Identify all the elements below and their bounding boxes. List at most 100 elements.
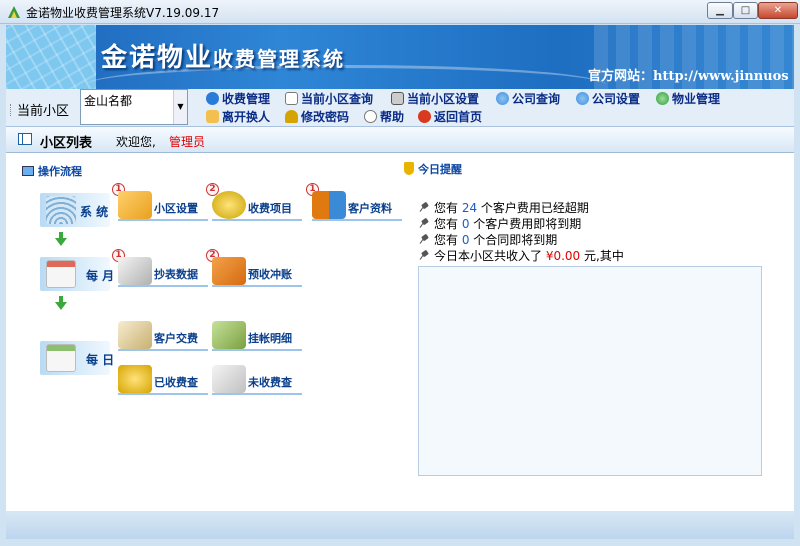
- earth-icon: [656, 92, 669, 105]
- minimize-button[interactable]: ▁: [707, 2, 733, 19]
- menu-property-management[interactable]: 物业管理: [656, 91, 720, 107]
- customer-payment-button[interactable]: 客户交费: [118, 321, 208, 351]
- stage-monthly: 每 月: [40, 257, 114, 291]
- reminder-text: 元,其中: [580, 249, 624, 263]
- community-settings-button[interactable]: 1 小区设置: [112, 183, 208, 221]
- menu-label: 当前小区查询: [301, 92, 374, 106]
- flow-button-label: 收费项目: [248, 202, 292, 215]
- reminder-count: 24: [461, 201, 478, 215]
- reminder-text: 您有: [434, 217, 462, 231]
- menu-current-community-query[interactable]: 当前小区查询: [285, 91, 373, 107]
- reminder-text: 个合同即将到期: [469, 233, 558, 247]
- menu-company-settings[interactable]: 公司设置: [576, 91, 640, 107]
- reminder-overdue-fees: 您有 24 个客户费用已经超期: [420, 200, 589, 216]
- community-select[interactable]: 金山名都 ▼: [80, 89, 188, 125]
- tab-community-list[interactable]: 小区列表: [40, 132, 92, 151]
- paid-query-button[interactable]: 已收费查: [118, 365, 208, 395]
- books-icon: [212, 257, 246, 285]
- menu-fee-management[interactable]: 收费管理: [206, 91, 270, 107]
- banner-title-main: 金诺物业: [101, 43, 214, 73]
- welcome-text: 欢迎您,: [116, 135, 156, 149]
- maximize-button[interactable]: □: [733, 2, 758, 19]
- banner-title-sub: 收费管理系统: [213, 47, 346, 71]
- tab-header: 小区列表 欢迎您, 管理员: [6, 127, 794, 153]
- current-community-text: 当前小区: [17, 104, 70, 119]
- menu-label: 物业管理: [672, 92, 721, 106]
- close-button[interactable]: ✕: [758, 2, 798, 19]
- banner-title: 金诺物业收费管理系统: [101, 37, 345, 74]
- pin-icon: [420, 218, 430, 228]
- menu-home[interactable]: 返回首页: [418, 109, 482, 125]
- cash-stack-icon: [212, 321, 246, 349]
- window-title: 金诺物业收费管理系统V7.19.09.17: [26, 6, 220, 20]
- help-icon: [364, 110, 377, 123]
- reminder-text: 今日本小区共收入了: [434, 249, 546, 263]
- banner-grid-graphic: [6, 25, 96, 89]
- flow-button-label: 客户交费: [154, 332, 198, 345]
- window-frame-bottom: [0, 539, 800, 546]
- flow-button-label: 挂帐明细: [248, 332, 292, 345]
- down-arrow-icon: [55, 296, 67, 310]
- unpaid-query-button[interactable]: 未收费查: [212, 365, 302, 395]
- stage-daily: 每 日: [40, 341, 114, 375]
- menu-company-query[interactable]: 公司查询: [496, 91, 560, 107]
- flow-button-label: 未收费查: [248, 376, 292, 389]
- system-stage-icon: [46, 196, 76, 224]
- home-icon: [418, 110, 431, 123]
- pen-coins-icon: [212, 365, 246, 393]
- menu-switch-user[interactable]: 离开换人: [206, 109, 270, 125]
- outstanding-details-button[interactable]: 挂帐明细: [212, 321, 302, 351]
- flow-button-label: 客户资料: [348, 202, 392, 215]
- status-bar: [6, 511, 794, 539]
- menu-label: 离开换人: [222, 110, 271, 124]
- window-titlebar: 金诺物业收费管理系统V7.19.09.17 ▁ □ ✕: [0, 0, 800, 24]
- reminder-text: 您有: [434, 233, 462, 247]
- menu-change-password[interactable]: 修改密码: [285, 109, 349, 125]
- customer-info-button[interactable]: 1 客户资料: [306, 183, 402, 221]
- current-user-name: 管理员: [169, 135, 206, 149]
- workflow-header-text: 操作流程: [38, 165, 82, 178]
- pin-icon: [420, 234, 430, 244]
- menu-label: 帮助: [380, 110, 405, 124]
- reminder-due-fees: 您有 0 个客户费用即将到期: [420, 216, 581, 232]
- document-icon: [285, 92, 298, 105]
- income-detail-box: [418, 266, 762, 476]
- coins-stack-icon: [212, 191, 246, 219]
- menu-label: 收费管理: [222, 92, 271, 106]
- workflow-header: 操作流程: [22, 163, 82, 179]
- flow-button-label: 抄表数据: [154, 268, 198, 281]
- stage-label: 每 月: [86, 269, 115, 283]
- flow-button-label: 预收冲账: [248, 268, 292, 281]
- menu-label: 公司查询: [512, 92, 561, 106]
- globe-gear-icon: [576, 92, 589, 105]
- meter-reading-button[interactable]: 1 抄表数据: [112, 249, 208, 287]
- computer-icon: [391, 92, 404, 105]
- main-panel: 操作流程 系 统 每 月 每 日 1 小区设置 2 收费项目 1 客户资料 1 …: [6, 153, 794, 511]
- reminder-text: 您有: [434, 201, 462, 215]
- users-icon: [206, 110, 219, 123]
- reminder-text: 个客户费用即将到期: [469, 217, 582, 231]
- calendar-day-icon: [46, 344, 76, 372]
- money-envelope-icon: [118, 321, 152, 349]
- reminder-text: 个客户费用已经超期: [477, 201, 589, 215]
- shield-icon: [404, 162, 414, 175]
- fee-items-button[interactable]: 2 收费项目: [206, 183, 302, 221]
- menu-label: 公司设置: [592, 92, 641, 106]
- monitor-icon: [22, 166, 34, 176]
- people-icon: [312, 191, 346, 219]
- menu-help[interactable]: 帮助: [364, 109, 404, 125]
- prepaid-offset-button[interactable]: 2 预收冲账: [206, 249, 302, 287]
- app-logo-icon: [8, 6, 20, 18]
- main-toolbar: 当前小区 金山名都 ▼ 收费管理 当前小区查询 当前小区设置 公司查询 公司设置…: [6, 89, 794, 127]
- key-icon: [285, 110, 298, 123]
- toolbar-grip-icon: [10, 104, 13, 116]
- flow-button-label: 已收费查: [154, 376, 198, 389]
- stage-system: 系 统: [40, 193, 110, 227]
- menu-current-community-settings[interactable]: 当前小区设置: [391, 91, 479, 107]
- official-website-link[interactable]: 官方网站：http://www.jinnuos: [588, 65, 789, 84]
- pen-paper-icon: [118, 257, 152, 285]
- coins-icon: [206, 92, 219, 105]
- dropdown-arrow-icon[interactable]: ▼: [173, 90, 187, 124]
- reminders-header-text: 今日提醒: [418, 163, 462, 176]
- menu-label: 修改密码: [301, 110, 350, 124]
